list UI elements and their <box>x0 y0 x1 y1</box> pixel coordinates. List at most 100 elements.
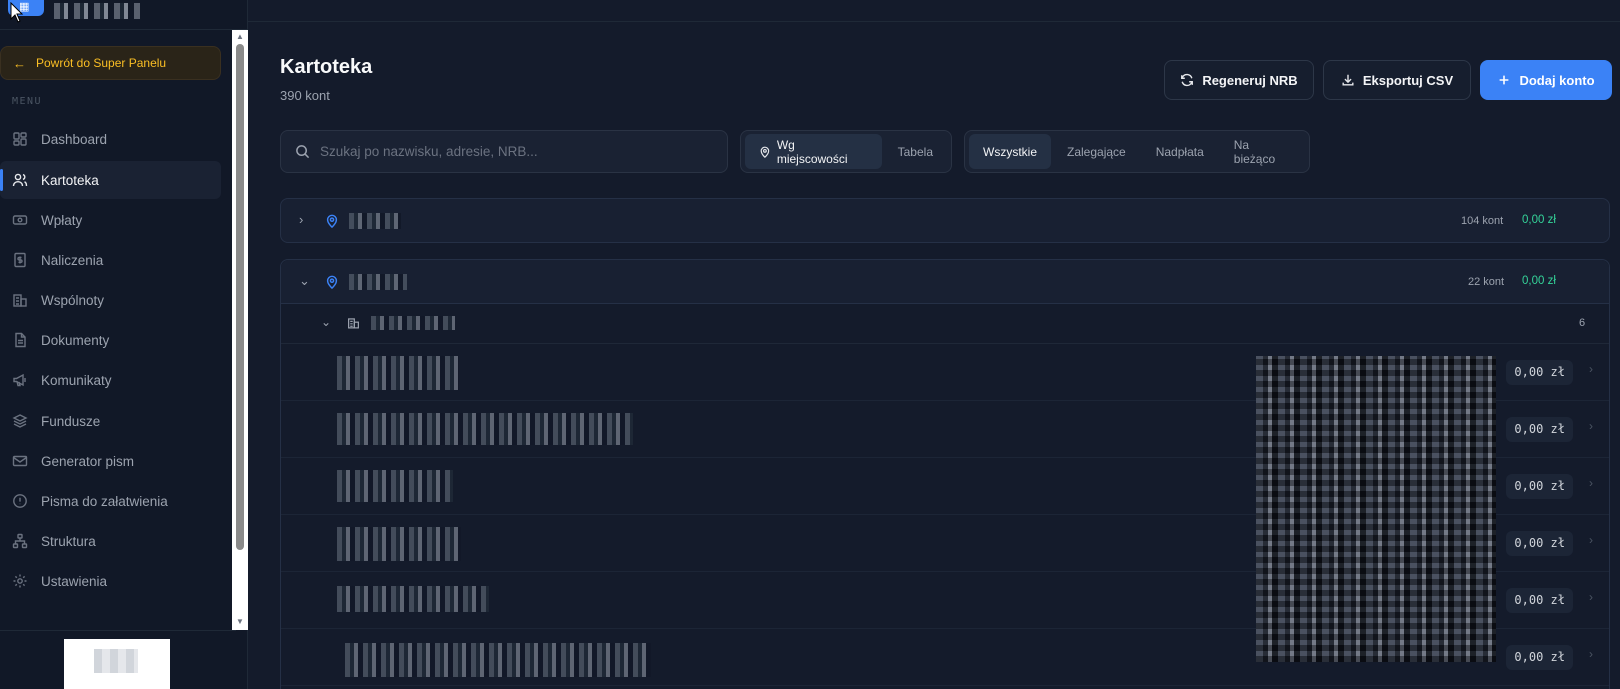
menu-section-label: MENU <box>12 96 43 107</box>
sidebar-item-dokumenty[interactable]: Dokumenty <box>0 321 221 359</box>
sidebar-item-struktura[interactable]: Struktura <box>0 522 221 560</box>
view-toggle: Wg miejscowości Tabela <box>740 130 952 173</box>
filter-overdue-tab[interactable]: Zalegające <box>1053 134 1140 169</box>
owner-name-redacted <box>337 413 633 445</box>
layers-icon <box>12 414 28 428</box>
map-pin-icon <box>326 214 338 229</box>
account-balance: 0,00 zł <box>1506 645 1573 670</box>
chevron-down-icon[interactable]: ⌄ <box>321 315 331 329</box>
map-pin-icon <box>760 146 770 158</box>
filter-overpaid-label: Nadpłata <box>1155 144 1204 159</box>
sidebar-scrollbar[interactable]: ▲ ▼ <box>232 30 248 630</box>
sidebar-nav-scroll[interactable]: ← Powrót do Super Panelu MENU Dashboard … <box>0 30 232 630</box>
building-icon <box>13 294 27 307</box>
group-balance: 0,00 zł <box>1522 275 1556 287</box>
sidebar-item-dashboard[interactable]: Dashboard <box>0 120 221 158</box>
megaphone-icon <box>13 373 26 387</box>
network-icon <box>12 533 28 549</box>
regenerate-nrb-label: Regeneruj NRB <box>1202 72 1298 88</box>
nrb-column-redacted <box>1256 356 1496 662</box>
mouse-cursor-icon <box>10 2 24 23</box>
sidebar-item-label: Fundusze <box>41 413 101 429</box>
filter-overdue-label: Zalegające <box>1067 144 1126 159</box>
export-csv-button[interactable]: Eksportuj CSV <box>1323 60 1471 100</box>
filter-current-tab[interactable]: Na bieżąco <box>1220 134 1305 169</box>
dashboard-icon <box>13 132 27 146</box>
sidebar: ▦ ← Powrót do Super Panelu MENU Dashboar… <box>0 0 248 689</box>
add-account-button[interactable]: Dodaj konto <box>1480 60 1612 100</box>
sidebar-header: ▦ <box>0 0 248 30</box>
building-subgroup[interactable]: ⌄ 6 <box>281 304 1609 344</box>
chevron-right-icon[interactable]: › <box>299 212 303 227</box>
sidebar-item-ustawienia[interactable]: Ustawienia <box>0 562 221 600</box>
view-by-city-tab[interactable]: Wg miejscowości <box>745 134 882 169</box>
filter-all-tab[interactable]: Wszystkie <box>969 134 1051 169</box>
chevron-right-icon[interactable]: › <box>1589 419 1593 433</box>
sidebar-footer <box>0 630 236 689</box>
add-account-label: Dodaj konto <box>1519 72 1595 88</box>
sidebar-item-label: Naliczenia <box>41 252 104 268</box>
sidebar-item-wspolnoty[interactable]: Wspólnoty <box>0 281 221 319</box>
sidebar-item-naliczenia[interactable]: Naliczenia <box>0 241 221 279</box>
city-group-collapsed[interactable]: › 104 kont 0,00 zł <box>280 198 1610 243</box>
view-table-tab[interactable]: Tabela <box>884 134 947 169</box>
filter-current-label: Na bieżąco <box>1233 137 1276 166</box>
city-group-header[interactable]: ⌄ 22 kont 0,00 zł <box>281 260 1609 304</box>
city-name-redacted <box>349 274 407 290</box>
top-bar <box>248 0 1620 22</box>
building-icon <box>348 318 359 329</box>
owner-name-redacted <box>337 470 453 502</box>
chevron-right-icon[interactable]: › <box>1589 533 1593 547</box>
gear-icon <box>13 574 27 588</box>
chevron-right-icon[interactable]: › <box>1589 647 1593 661</box>
download-icon <box>1342 74 1354 86</box>
refresh-icon <box>1181 73 1194 87</box>
accounts-count: 390 kont <box>280 88 330 103</box>
logo-graphic <box>94 649 138 673</box>
chevron-right-icon[interactable]: › <box>1589 362 1593 376</box>
sidebar-item-komunikaty[interactable]: Komunikaty <box>0 361 221 399</box>
search-box[interactable] <box>280 130 728 173</box>
owner-name-redacted <box>337 356 459 390</box>
group-account-count: 104 kont <box>1461 215 1504 227</box>
scroll-up-icon[interactable]: ▲ <box>236 32 244 41</box>
sidebar-item-label: Wspólnoty <box>41 292 105 308</box>
alert-circle-icon <box>13 494 27 508</box>
sidebar-item-label: Komunikaty <box>41 372 112 388</box>
owner-name-redacted <box>345 643 651 677</box>
back-to-super-panel-button[interactable]: ← Powrót do Super Panelu <box>0 46 221 80</box>
plus-icon <box>1500 75 1509 85</box>
filter-all-label: Wszystkie <box>983 144 1037 159</box>
regenerate-nrb-button[interactable]: Regeneruj NRB <box>1164 60 1314 100</box>
owner-name-redacted <box>337 527 461 561</box>
subgroup-count: 6 <box>1579 317 1586 329</box>
sidebar-item-kartoteka[interactable]: Kartoteka <box>0 161 221 199</box>
map-pin-icon <box>326 275 338 290</box>
sidebar-item-label: Struktura <box>41 533 96 549</box>
view-by-city-label: Wg miejscowości <box>776 137 848 166</box>
city-name-redacted <box>349 213 401 229</box>
group-balance: 0,00 zł <box>1522 214 1556 226</box>
chevron-right-icon[interactable]: › <box>1589 590 1593 604</box>
filter-overpaid-tab[interactable]: Nadpłata <box>1142 134 1218 169</box>
view-table-label: Tabela <box>897 144 933 159</box>
sidebar-item-label: Wpłaty <box>41 212 83 228</box>
sidebar-item-fundusze[interactable]: Fundusze <box>0 402 221 440</box>
sidebar-item-generator-pism[interactable]: Generator pism <box>0 442 221 480</box>
sidebar-item-label: Ustawienia <box>41 573 108 589</box>
chevron-right-icon[interactable]: › <box>1589 476 1593 490</box>
sidebar-item-pisma-do-zalatwienia[interactable]: Pisma do załatwienia <box>0 482 221 520</box>
account-balance: 0,00 zł <box>1506 417 1573 442</box>
sidebar-item-wplaty[interactable]: Wpłaty <box>0 201 221 239</box>
sidebar-item-label: Dokumenty <box>41 332 110 348</box>
search-icon <box>296 145 310 159</box>
chevron-down-icon[interactable]: ⌄ <box>299 273 310 289</box>
account-balance: 0,00 zł <box>1506 588 1573 613</box>
scroll-down-icon[interactable]: ▼ <box>236 617 244 626</box>
search-input[interactable] <box>320 144 720 159</box>
banknote-icon <box>12 215 28 225</box>
mail-icon <box>12 455 28 467</box>
sidebar-item-label: Generator pism <box>41 453 135 469</box>
sidebar-item-label: Kartoteka <box>41 172 99 188</box>
scrollbar-thumb[interactable] <box>236 44 244 550</box>
